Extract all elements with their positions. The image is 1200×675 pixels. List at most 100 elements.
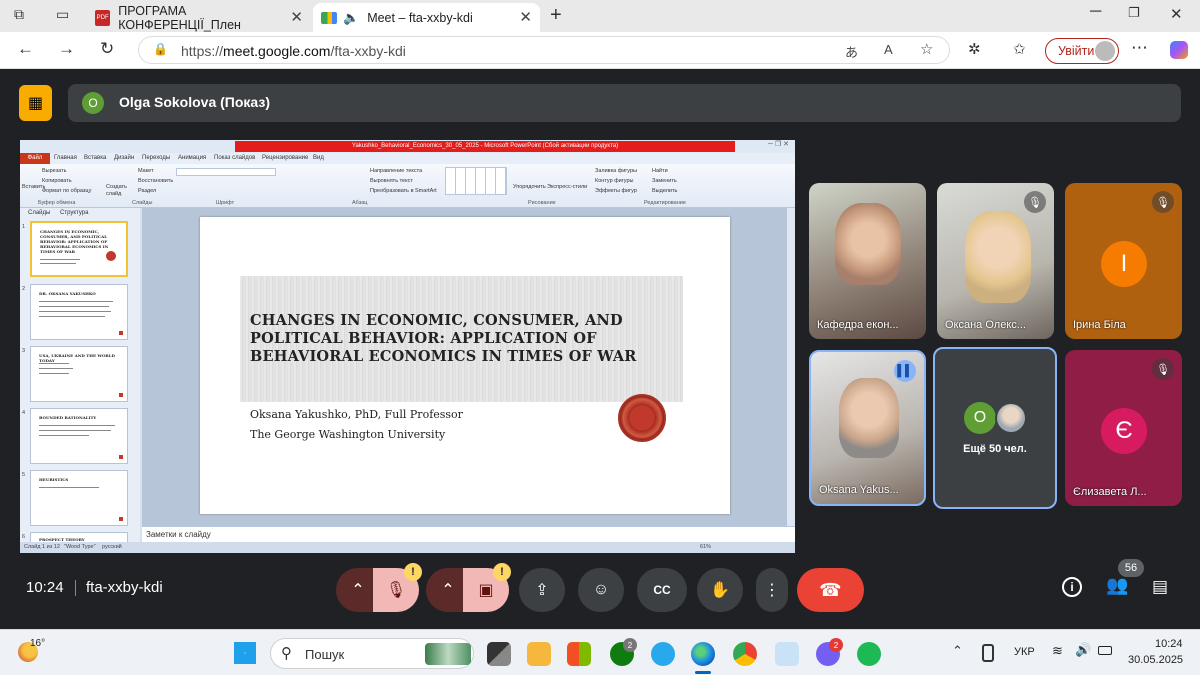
ribbon-smartart[interactable]: Преобразовать в SmartArt <box>370 188 437 194</box>
app-icon[interactable] <box>775 642 799 666</box>
minimize-icon[interactable]: ─ <box>1090 3 1101 21</box>
edge-icon[interactable] <box>691 642 715 666</box>
reactions-button[interactable]: ☺ <box>578 568 624 612</box>
people-icon[interactable]: 👥 <box>1106 575 1128 596</box>
copilot-icon[interactable] <box>1170 41 1188 59</box>
more-options-button[interactable]: ⋮ <box>756 568 788 612</box>
lock-icon[interactable]: 🔒 <box>153 42 168 56</box>
ribbon-shape-outline[interactable]: Контур фигуры <box>595 178 633 184</box>
forward-icon[interactable]: → <box>58 39 75 59</box>
ribbon-section[interactable]: Раздел <box>138 188 156 194</box>
telegram-icon[interactable] <box>651 642 675 666</box>
address-bar[interactable]: 🔒 https://meet.google.com/fta-xxby-kdi あ… <box>138 36 950 64</box>
ppt-menu-file[interactable]: Файл <box>20 153 50 164</box>
ribbon-text-direction[interactable]: Направление текста <box>370 168 422 174</box>
ppt-menu-design[interactable]: Дизайн <box>114 155 134 161</box>
meeting-info-icon[interactable]: i <box>1062 577 1082 597</box>
store-icon[interactable] <box>567 642 591 666</box>
login-button[interactable]: Увійти <box>1045 38 1119 64</box>
participant-tile[interactable]: 🎙 Оксана Олекс... <box>937 183 1054 339</box>
restore-icon[interactable]: ❐ <box>1128 5 1140 21</box>
ribbon-shape-effects[interactable]: Эффекты фигур <box>595 188 637 194</box>
status-zoom[interactable]: 61% <box>700 544 711 550</box>
ppt-menu-view[interactable]: Вид <box>313 155 324 161</box>
new-tab-icon[interactable]: + <box>550 4 562 27</box>
workspaces-icon[interactable]: ⧉ <box>14 6 24 23</box>
ribbon-format-painter[interactable]: Формат по образцу <box>42 188 91 194</box>
tab-slides[interactable]: Слайды <box>28 210 50 216</box>
close-window-icon[interactable]: ✕ <box>1170 5 1183 23</box>
tray-overflow-icon[interactable]: ⌃ <box>952 643 963 659</box>
ppt-menu-review[interactable]: Рецензирование <box>262 155 308 161</box>
slide-thumbnail[interactable]: USA, UKRAINE AND THE WORLD TODAY <box>30 346 128 402</box>
notes-pane[interactable]: Заметки к слайду <box>142 526 795 542</box>
slide-thumbnail[interactable]: PROSPECT THEORY <box>30 532 128 542</box>
slide-thumbnail[interactable]: HEURISTICS <box>30 470 128 526</box>
ppt-menu-insert[interactable]: Вставка <box>84 155 106 161</box>
tab-conference-program[interactable]: PDF ПРОГРАМА КОНФЕРЕНЦІЇ_Плен ✕ <box>87 3 311 32</box>
ppt-menu-slideshow[interactable]: Показ слайдов <box>214 155 255 161</box>
raise-hand-button[interactable]: ✋ <box>697 568 743 612</box>
ribbon-arrange[interactable]: Упорядочить <box>513 184 546 190</box>
volume-icon[interactable]: 🔊 <box>1075 642 1091 658</box>
taskbar-search[interactable]: ⚲ Пошук <box>270 638 474 669</box>
ppt-menu-transitions[interactable]: Переходы <box>142 155 170 161</box>
slide-thumbnail[interactable]: BOUNDED RATIONALITY <box>30 408 128 464</box>
file-explorer-icon[interactable] <box>527 642 551 666</box>
clock-time[interactable]: 10:24 <box>1155 638 1183 650</box>
tab-outline[interactable]: Структура <box>60 210 88 216</box>
clock-date[interactable]: 30.05.2025 <box>1128 654 1183 666</box>
ribbon-copy[interactable]: Копировать <box>42 178 72 184</box>
participant-tile[interactable]: ▌▌ Oksana Yakus... <box>809 350 926 506</box>
wifi-icon[interactable]: ≋ <box>1052 643 1063 659</box>
more-participants-tile[interactable]: O Ещё 50 чел. <box>933 347 1057 509</box>
task-view-icon[interactable] <box>487 642 511 666</box>
ribbon-replace[interactable]: Заменить <box>652 178 677 184</box>
reload-icon[interactable]: ↻ <box>100 39 114 59</box>
favorite-icon[interactable]: ☆ <box>920 40 933 58</box>
ppt-menu-animation[interactable]: Анимация <box>178 155 206 161</box>
ribbon-layout[interactable]: Макет <box>138 168 154 174</box>
slide-thumbnail[interactable]: DR. OKSANA YAKUSHKO <box>30 284 128 340</box>
captions-button[interactable]: CC <box>637 568 687 612</box>
ribbon-find[interactable]: Найти <box>652 168 668 174</box>
ribbon-quick-styles[interactable]: Экспресс-стили <box>547 184 587 190</box>
present-screen-button[interactable]: ⇪ <box>519 568 565 612</box>
spotify-icon[interactable] <box>857 642 881 666</box>
ribbon-font-controls[interactable] <box>176 168 276 176</box>
participant-tile[interactable]: І 🎙 Ірина Біла <box>1065 183 1182 339</box>
speaker-icon[interactable]: 🔈 <box>343 10 359 26</box>
participant-tile[interactable]: Кафедра екон... <box>809 183 926 339</box>
slide-thumbnail[interactable]: CHANGES IN ECONOMIC, CONSUMER, AND POLIT… <box>30 221 128 277</box>
start-icon[interactable] <box>234 642 256 664</box>
back-icon[interactable]: ← <box>17 39 34 59</box>
close-tab-icon[interactable]: ✕ <box>519 8 532 26</box>
ribbon-select[interactable]: Выделить <box>652 188 677 194</box>
slide-scrollbar[interactable] <box>787 208 795 526</box>
url-text[interactable]: https://meet.google.com/fta-xxby-kdi <box>181 43 406 59</box>
ribbon-shapes-gallery[interactable] <box>445 167 507 195</box>
ribbon-paste[interactable]: Вставить <box>22 184 45 190</box>
tab-actions-icon[interactable]: ▭ <box>56 6 69 23</box>
favorites-icon[interactable]: ✩ <box>1013 40 1026 58</box>
leave-call-button[interactable]: ☎ <box>797 568 864 612</box>
more-icon[interactable]: ⋯ <box>1131 38 1148 58</box>
read-aloud-icon[interactable]: A <box>884 42 893 57</box>
battery-icon[interactable] <box>1098 646 1112 655</box>
chrome-icon[interactable] <box>733 642 757 666</box>
ribbon-new-slide[interactable]: Создать слайд <box>106 184 128 198</box>
ribbon-align-text[interactable]: Выровнять текст <box>370 178 413 184</box>
ppt-menu-home[interactable]: Главная <box>54 155 77 161</box>
language-indicator[interactable]: УКР <box>1014 646 1035 658</box>
extensions-icon[interactable]: ✲ <box>968 40 981 58</box>
close-tab-icon[interactable]: ✕ <box>290 8 303 26</box>
chat-icon[interactable]: ▤ <box>1152 577 1168 597</box>
tab-meet[interactable]: 🔈 Meet – fta-xxby-kdi ✕ <box>313 3 540 32</box>
ribbon-reset[interactable]: Восстановить <box>138 178 173 184</box>
current-slide[interactable]: CHANGES IN ECONOMIC, CONSUMER, AND POLIT… <box>200 217 730 514</box>
ribbon-shape-fill[interactable]: Заливка фигуры <box>595 168 637 174</box>
ribbon-cut[interactable]: Вырезать <box>42 168 66 174</box>
participant-tile[interactable]: Є 🎙 Єлизавета Л... <box>1065 350 1182 506</box>
translate-icon[interactable]: あ <box>845 42 858 61</box>
phone-link-icon[interactable] <box>982 644 994 662</box>
